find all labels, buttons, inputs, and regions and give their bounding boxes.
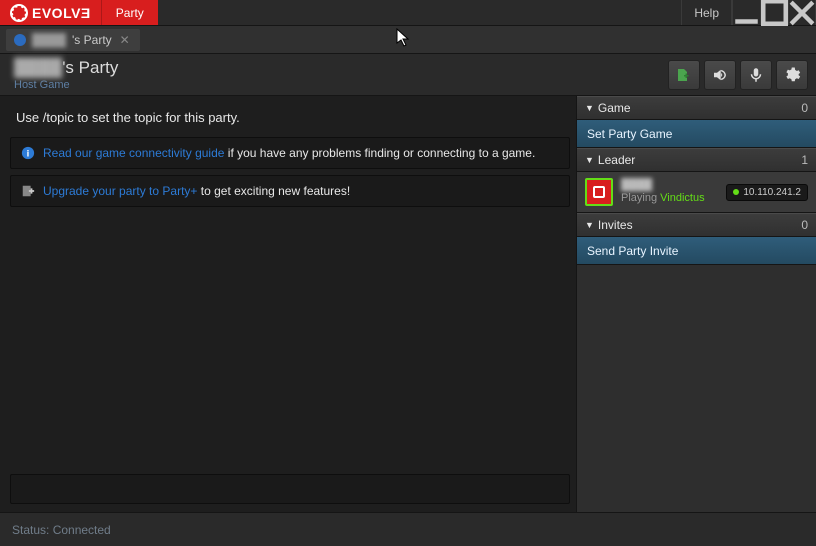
brand-text: EVOLVƎ: [32, 5, 91, 21]
party-tabbar: ████ 's Party ✕: [0, 26, 816, 54]
mic-icon: [747, 66, 765, 84]
chat-input[interactable]: [10, 474, 570, 504]
header-buttons: [668, 60, 808, 90]
minimize-button[interactable]: [732, 0, 760, 25]
mic-button[interactable]: [740, 60, 772, 90]
party-plus-icon: [675, 66, 693, 84]
ip-badge: 10.110.241.2: [726, 184, 808, 201]
info-icon: i: [21, 146, 35, 160]
leader-member-row[interactable]: ████ Playing Vindictus 10.110.241.2: [577, 172, 816, 213]
info-message-connectivity: i Read our game connectivity guide if yo…: [10, 137, 570, 169]
status-text: Status: Connected: [12, 523, 111, 537]
member-name-redacted: ████: [621, 179, 705, 192]
section-game-label: Game: [598, 101, 631, 115]
party-owner-redacted: ████: [14, 58, 62, 77]
party-plus-small-icon: [21, 184, 35, 198]
side-empty: [577, 265, 816, 512]
party-tab-suffix: 's Party: [72, 33, 112, 47]
party-header: ████'s Party Host Game: [0, 54, 816, 96]
section-leader-header[interactable]: ▼ Leader 1: [577, 148, 816, 172]
disclosure-icon: ▼: [585, 220, 594, 230]
section-game-header[interactable]: ▼ Game 0: [577, 96, 816, 120]
content-area: Use /topic to set the topic for this par…: [0, 96, 816, 512]
member-status: Playing Vindictus: [621, 192, 705, 205]
section-leader-label: Leader: [598, 153, 635, 167]
upgrade-party-text: to get exciting new features!: [197, 184, 350, 198]
send-party-invite-button[interactable]: Send Party Invite: [577, 237, 816, 265]
party-title-suffix: 's Party: [62, 58, 118, 77]
party-plus-button[interactable]: [668, 60, 700, 90]
section-leader-count: 1: [801, 153, 808, 167]
help-button[interactable]: Help: [681, 0, 732, 25]
brand: EVOLVƎ: [0, 0, 101, 25]
section-game-count: 0: [801, 101, 808, 115]
connectivity-guide-link[interactable]: Read our game connectivity guide: [43, 146, 224, 160]
side-column: ▼ Game 0 Set Party Game ▼ Leader 1 ████ …: [576, 96, 816, 512]
evolve-logo-icon: [10, 4, 28, 22]
online-dot-icon: [733, 189, 739, 195]
party-tab-close[interactable]: ✕: [118, 33, 132, 47]
party-title: ████'s Party: [14, 58, 118, 78]
maximize-icon: [761, 0, 788, 26]
speaker-icon: [711, 66, 729, 84]
party-tab-status-icon: [14, 34, 26, 46]
host-game-link[interactable]: Host Game: [14, 79, 118, 91]
party-tab-owner-redacted: ████: [32, 33, 66, 47]
upgrade-party-link[interactable]: Upgrade your party to Party+: [43, 184, 197, 198]
avatar: [585, 178, 613, 206]
info-message-upgrade: Upgrade your party to Party+ to get exci…: [10, 175, 570, 207]
gear-icon: [783, 66, 801, 84]
disclosure-icon: ▼: [585, 155, 594, 165]
statusbar: Status: Connected: [0, 512, 816, 546]
minimize-icon: [733, 0, 760, 26]
set-party-game-button[interactable]: Set Party Game: [577, 120, 816, 148]
titlebar-tab-party[interactable]: Party: [101, 0, 158, 25]
close-icon: [789, 0, 815, 26]
section-invites-label: Invites: [598, 218, 633, 232]
svg-text:i: i: [27, 149, 30, 160]
section-invites-count: 0: [801, 218, 808, 232]
party-tab[interactable]: ████ 's Party ✕: [6, 29, 140, 51]
close-button[interactable]: [788, 0, 816, 25]
ip-text: 10.110.241.2: [743, 187, 801, 198]
section-invites-header[interactable]: ▼ Invites 0: [577, 213, 816, 237]
disclosure-icon: ▼: [585, 103, 594, 113]
settings-button[interactable]: [776, 60, 808, 90]
titlebar: EVOLVƎ Party Help: [0, 0, 816, 26]
connectivity-guide-text: if you have any problems finding or conn…: [224, 146, 535, 160]
chat-column: Use /topic to set the topic for this par…: [0, 96, 576, 512]
topic-hint: Use /topic to set the topic for this par…: [10, 106, 570, 131]
maximize-button[interactable]: [760, 0, 788, 25]
member-game-name: Vindictus: [660, 192, 704, 204]
speaker-button[interactable]: [704, 60, 736, 90]
